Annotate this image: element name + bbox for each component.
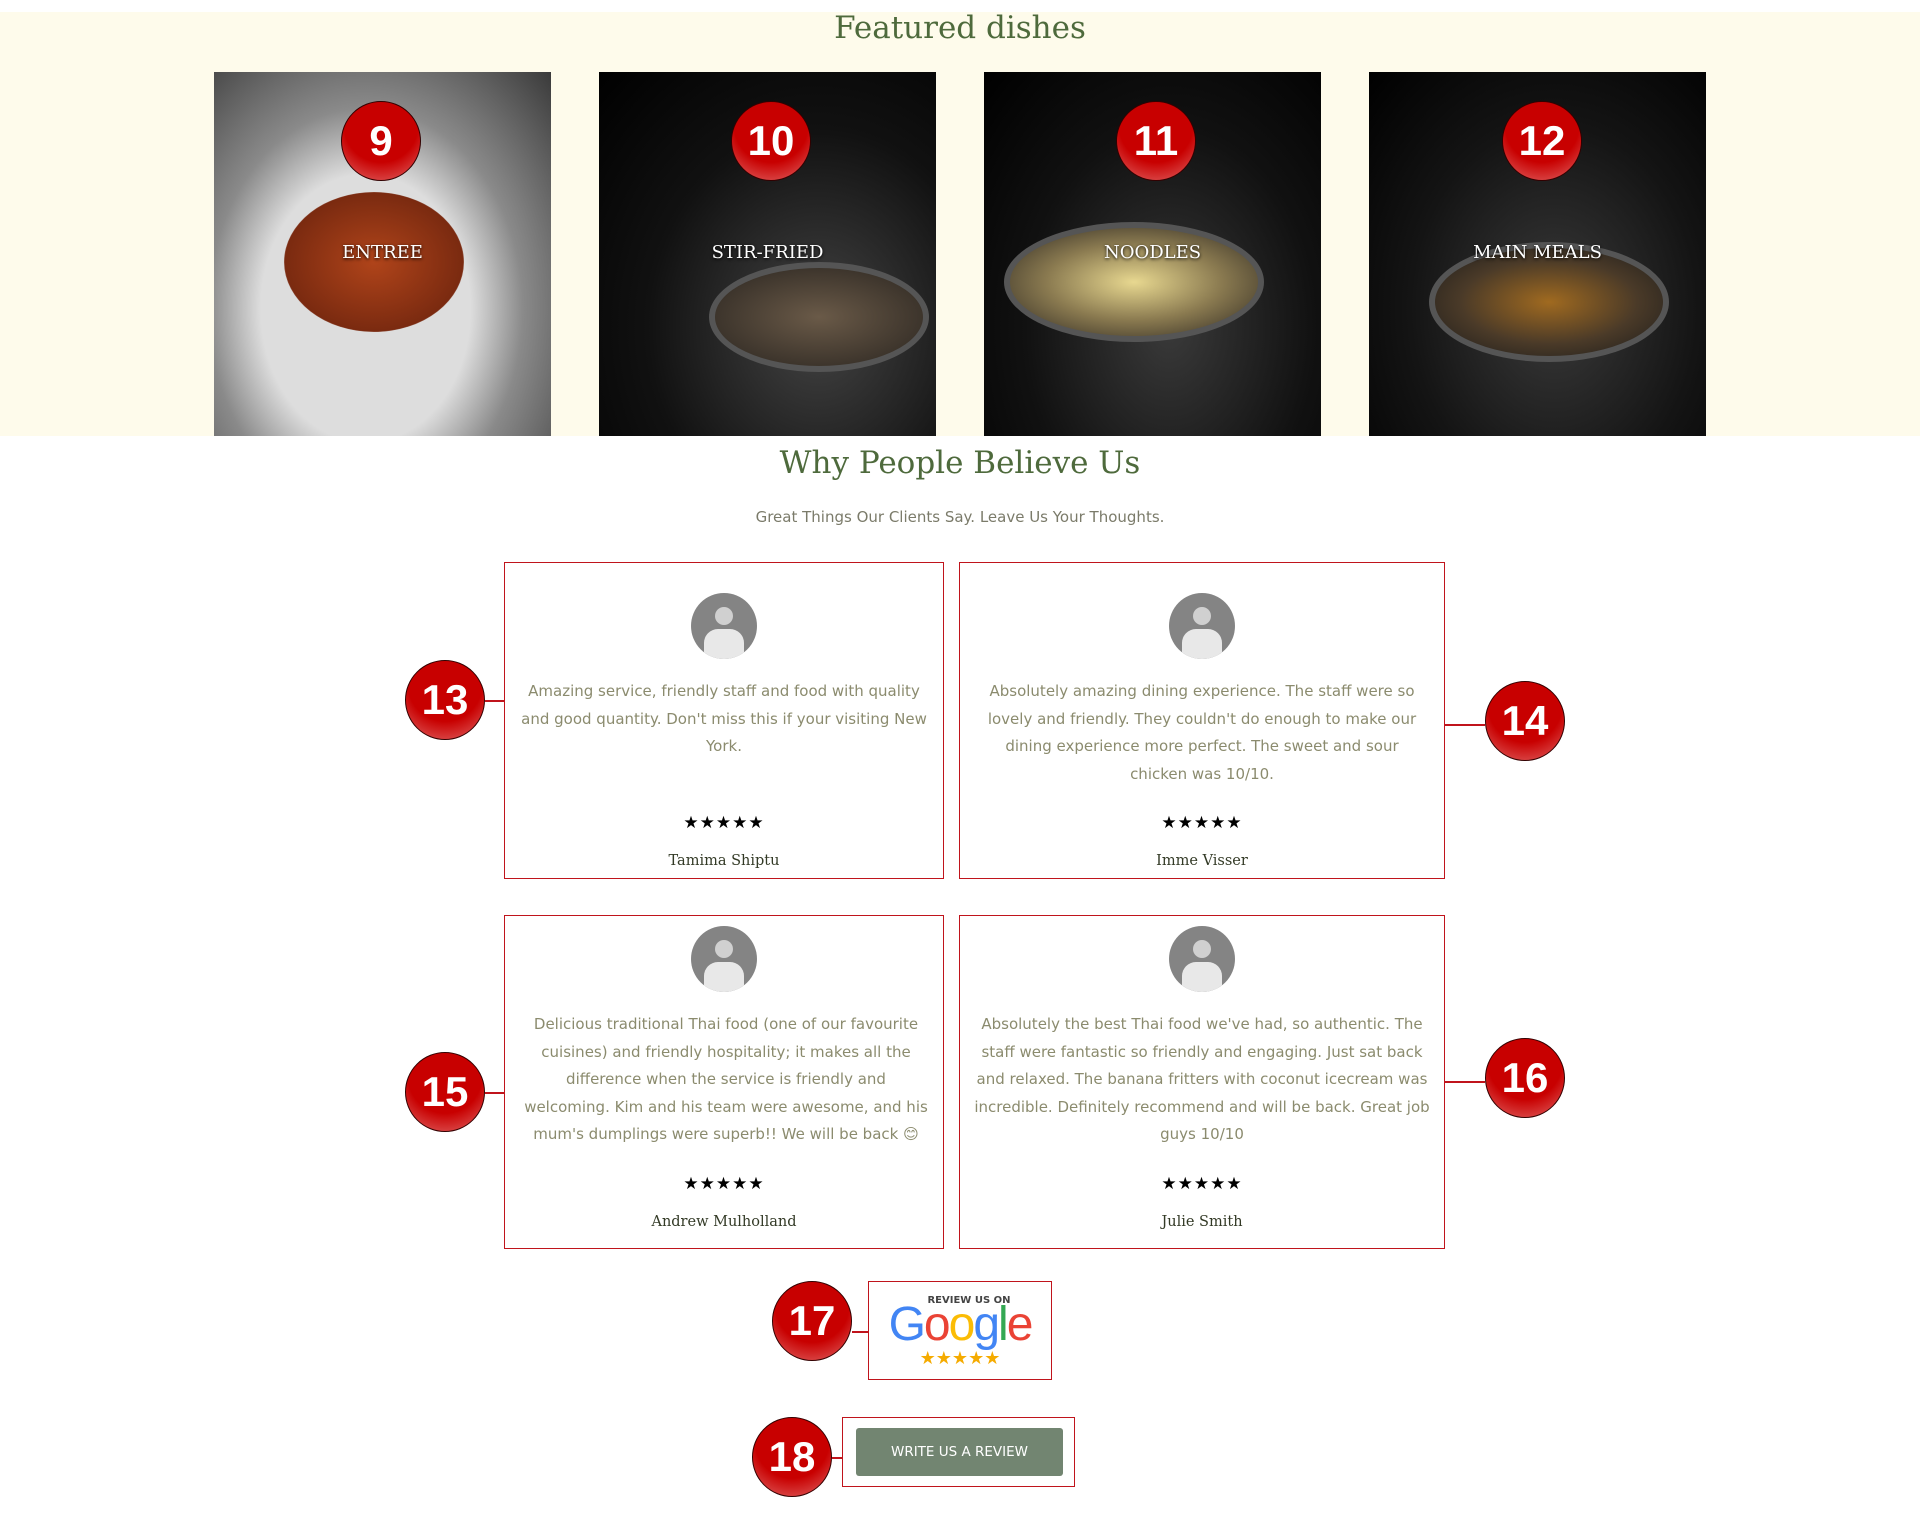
review-text: Absolutely the best Thai food we've had,… [974,1015,1430,1143]
dish-label: NOODLES [1103,242,1202,263]
annotation-badge: 16 [1485,1038,1565,1118]
annotation-badge: 12 [1502,101,1582,181]
rating-stars: ★★★★★ [683,813,765,833]
dish-label: MAIN MEALS [1473,242,1602,263]
google-rating-stars: ★★★★★ [919,1348,1001,1369]
dish-label: STIR-FRIED [711,242,824,263]
review-text: Delicious traditional Thai food (one of … [524,1015,928,1143]
annotation-connector [852,1331,868,1333]
avatar-icon [1169,926,1235,992]
annotation-badge: 18 [752,1417,832,1497]
featured-title: Featured dishes [834,10,1086,46]
annotation-badge: 11 [1116,101,1196,181]
annotation-connector [485,1092,504,1094]
google-review-link[interactable]: REVIEW US ON Google ★★★★★ [868,1281,1052,1380]
rating-stars: ★★★★★ [1161,813,1243,833]
avatar-icon [691,926,757,992]
reviewer-name: Tamima Shiptu [668,853,780,869]
google-logo: Google [888,1298,1034,1351]
rating-stars: ★★★★★ [683,1174,765,1194]
avatar-icon [691,593,757,659]
rating-stars: ★★★★★ [1161,1174,1243,1194]
dish-image [1004,222,1264,342]
annotation-connector [1445,724,1485,726]
review-card: Absolutely the best Thai food we've had,… [959,915,1445,1249]
testimonials-title: Why People Believe Us [779,445,1141,481]
write-review-button[interactable]: WRITE US A REVIEW [856,1428,1063,1476]
annotation-badge: 14 [1485,681,1565,761]
annotation-badge: 9 [341,101,421,181]
annotation-connector [1445,1081,1485,1083]
avatar-icon [1169,593,1235,659]
reviewer-name: Imme Visser [1156,853,1248,869]
dish-label: ENTREE [342,242,423,263]
testimonials-subtitle: Great Things Our Clients Say. Leave Us Y… [755,508,1165,526]
annotation-badge: 13 [405,660,485,740]
review-card: Amazing service, friendly staff and food… [504,562,944,879]
review-card: Absolutely amazing dining experience. Th… [959,562,1445,879]
dish-image [709,262,929,372]
annotation-badge: 10 [731,101,811,181]
annotation-connector [832,1457,842,1459]
reviewer-name: Andrew Mulholland [651,1214,797,1230]
annotation-badge: 15 [405,1052,485,1132]
review-text: Absolutely amazing dining experience. Th… [987,682,1417,783]
review-card: Delicious traditional Thai food (one of … [504,915,944,1249]
review-text: Amazing service, friendly staff and food… [521,682,927,755]
annotation-connector [485,700,504,702]
annotation-badge: 17 [772,1281,852,1361]
reviewer-name: Julie Smith [1161,1214,1243,1230]
